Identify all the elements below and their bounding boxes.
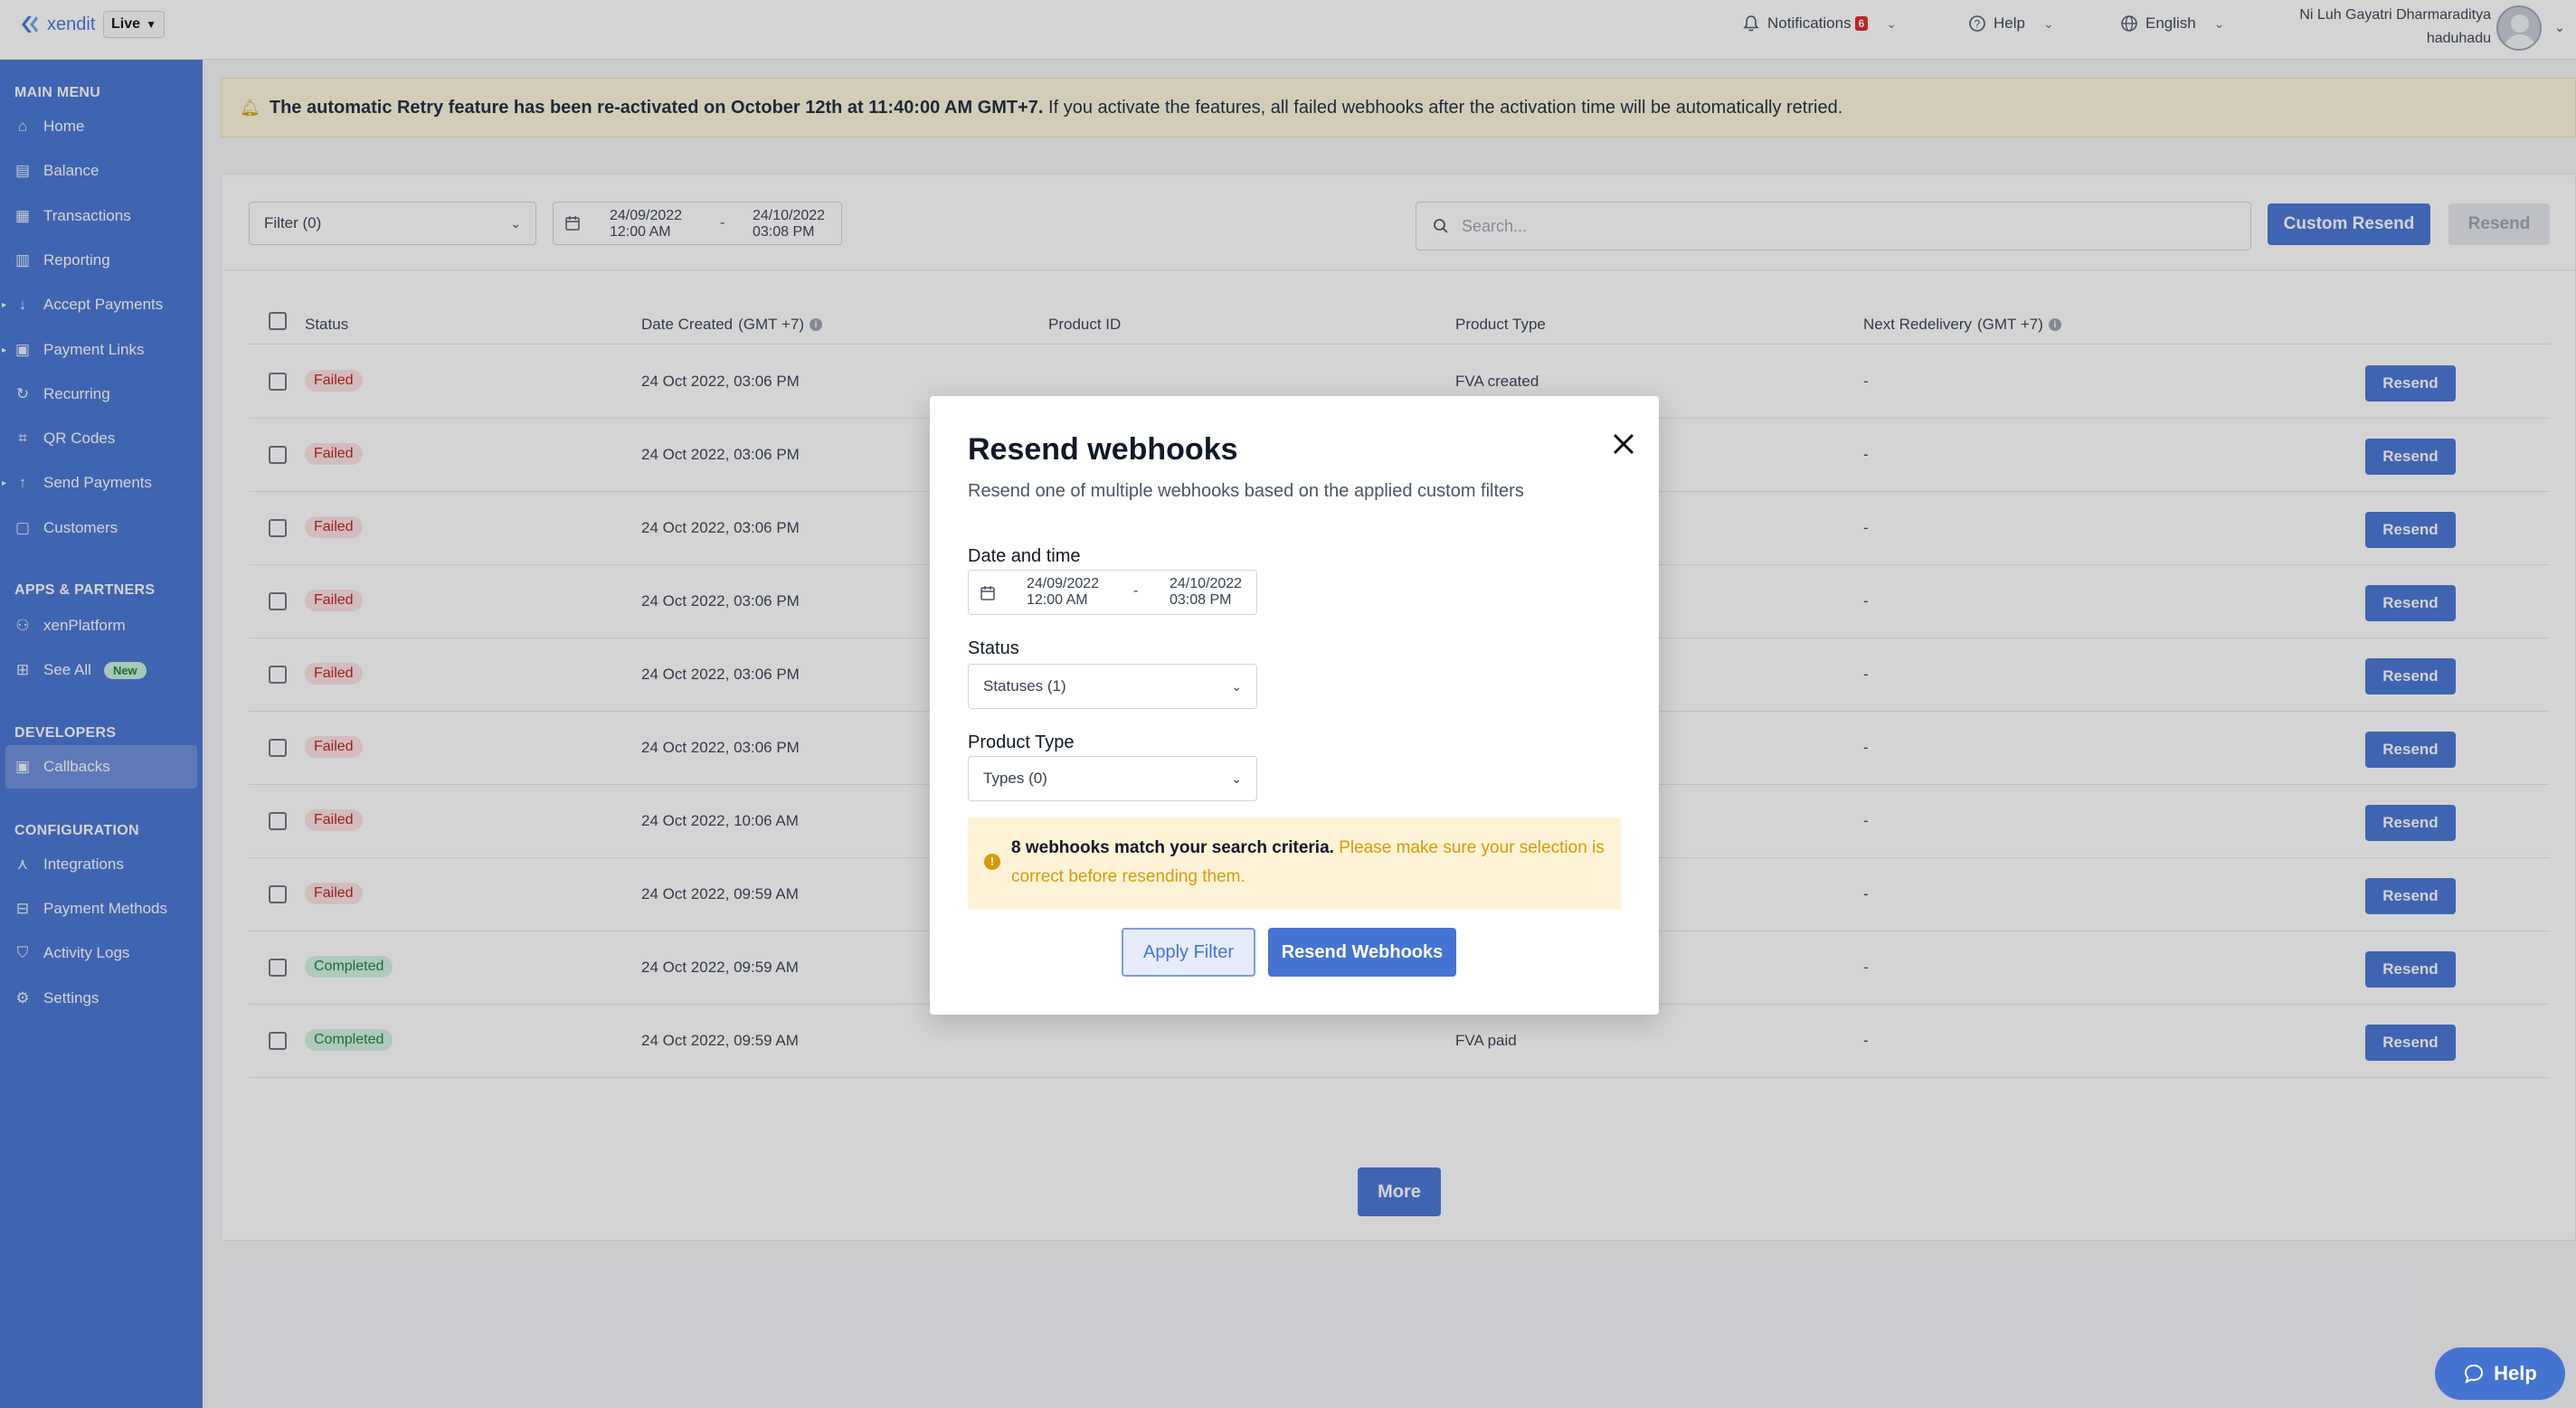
date-to-day: 24/10/2022 <box>1170 576 1243 591</box>
date-time-label: Date and time <box>968 546 1081 566</box>
product-type-label: Product Type <box>968 732 1075 752</box>
alert-bold-text: 8 webhooks match your search criteria. <box>1011 838 1334 857</box>
help-chat-button[interactable]: Help <box>2435 1347 2565 1400</box>
status-label: Status <box>968 638 1019 658</box>
date-to: 24/10/2022 03:08 PM <box>1170 576 1242 609</box>
modal-date-range-picker[interactable]: 24/09/2022 12:00 AM - 24/10/2022 03:08 PM <box>968 570 1257 615</box>
chevron-down-icon: ⌄ <box>1231 678 1242 694</box>
help-fab-label: Help <box>2494 1362 2537 1384</box>
modal-subtitle: Resend one of multiple webhooks based on… <box>968 481 1524 501</box>
date-to-time: 03:08 PM <box>1170 592 1232 608</box>
resend-webhooks-modal: Resend webhooks Resend one of multiple w… <box>930 396 1659 1015</box>
apply-filter-button[interactable]: Apply Filter <box>1122 928 1255 977</box>
chat-bubble-icon <box>2465 1364 2484 1384</box>
info-icon: ! <box>984 854 1000 870</box>
modal-title: Resend webhooks <box>968 432 1238 467</box>
alert-text: 8 webhooks match your search criteria. P… <box>1011 834 1608 892</box>
status-select[interactable]: Statuses (1) ⌄ <box>968 664 1257 709</box>
product-type-select[interactable]: Types (0) ⌄ <box>968 756 1257 801</box>
product-type-select-value: Types (0) <box>983 770 1047 787</box>
date-from-day: 24/09/2022 <box>1027 576 1100 591</box>
date-from: 24/09/2022 12:00 AM <box>1027 576 1099 609</box>
date-separator: - <box>1133 583 1139 599</box>
date-from-time: 12:00 AM <box>1027 592 1088 608</box>
status-select-value: Statuses (1) <box>983 677 1066 695</box>
resend-webhooks-button[interactable]: Resend Webhooks <box>1268 928 1456 977</box>
match-warning-alert: ! 8 webhooks match your search criteria.… <box>968 817 1621 910</box>
calendar-icon <box>980 586 995 600</box>
chevron-down-icon: ⌄ <box>1231 770 1242 786</box>
close-icon[interactable] <box>1610 430 1637 458</box>
